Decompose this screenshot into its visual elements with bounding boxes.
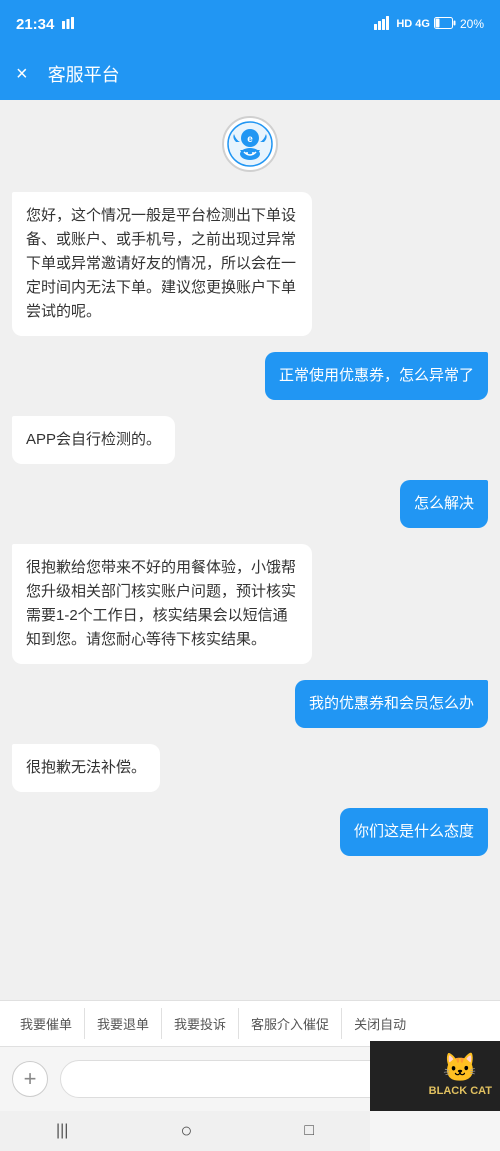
bot-message: 很抱歉给您带来不好的用餐体验，小饿帮您升级相关部门核实账户问题，预计核实需要1-… (12, 544, 312, 664)
back-button[interactable]: ||| (56, 1122, 68, 1140)
message-row: 我的优惠券和会员怎么办 (12, 680, 488, 728)
quick-reply-btn[interactable]: 我要退单 (85, 1008, 162, 1039)
message-row: 很抱歉无法补偿。 (12, 744, 488, 792)
svg-text:e: e (247, 134, 253, 145)
add-button[interactable]: + (12, 1061, 48, 1097)
watermark-brand: BLACK CAT (429, 1084, 492, 1098)
message-row: 正常使用优惠券，怎么异常了 (12, 352, 488, 400)
home-button[interactable]: ○ (180, 1120, 192, 1143)
network-type: HD 4G (396, 18, 430, 30)
chat-area: e 您好，这个情况一般是平台检测出下单设备、或账户、或手机号，之前出现过异常下单… (0, 100, 500, 1000)
user-message: 正常使用优惠券，怎么异常了 (265, 352, 488, 400)
header: × 客服平台 (0, 48, 500, 100)
message-row: 很抱歉给您带来不好的用餐体验，小饿帮您升级相关部门核实账户问题，预计核实需要1-… (12, 544, 488, 664)
quick-reply-btn[interactable]: 客服介入催促 (239, 1008, 342, 1039)
signal-icon (374, 16, 392, 33)
header-title: 客服平台 (48, 61, 120, 87)
message-row: APP会自行检测的。 (12, 416, 488, 464)
watermark: 🐱 BLACK CAT (370, 1041, 500, 1111)
recent-button[interactable]: □ (304, 1122, 314, 1140)
battery-icon (434, 17, 456, 32)
user-message: 怎么解决 (400, 480, 488, 528)
quick-reply-btn[interactable]: 我要催单 (8, 1008, 85, 1039)
nav-bar: ||| ○ □ (0, 1111, 370, 1151)
status-time: 21:34 (16, 16, 54, 33)
status-right: HD 4G 20% (374, 16, 484, 33)
bot-avatar: e (222, 116, 278, 172)
message-row: 您好，这个情况一般是平台检测出下单设备、或账户、或手机号，之前出现过异常下单或异… (12, 192, 488, 336)
message-row: 怎么解决 (12, 480, 488, 528)
user-message: 我的优惠券和会员怎么办 (295, 680, 488, 728)
bot-avatar-container: e (12, 116, 488, 172)
battery-percent: 20% (460, 17, 484, 31)
quick-reply-btn[interactable]: 我要投诉 (162, 1008, 239, 1039)
bot-message: 很抱歉无法补偿。 (12, 744, 160, 792)
watermark-cat-icon: 🐱 (443, 1054, 478, 1082)
status-icon (60, 15, 76, 34)
status-bar: 21:34 HD 4G 20% (0, 0, 500, 48)
message-row: 你们这是什么态度 (12, 808, 488, 856)
bot-message: APP会自行检测的。 (12, 416, 175, 464)
quick-reply-bar: 我要催单 我要退单 我要投诉 客服介入催促 关闭自动 (0, 1000, 500, 1046)
user-message: 你们这是什么态度 (340, 808, 488, 856)
bot-message: 您好，这个情况一般是平台检测出下单设备、或账户、或手机号，之前出现过异常下单或异… (12, 192, 312, 336)
quick-reply-btn[interactable]: 关闭自动 (342, 1008, 418, 1039)
close-button[interactable]: × (16, 63, 28, 86)
status-left: 21:34 (16, 15, 76, 34)
